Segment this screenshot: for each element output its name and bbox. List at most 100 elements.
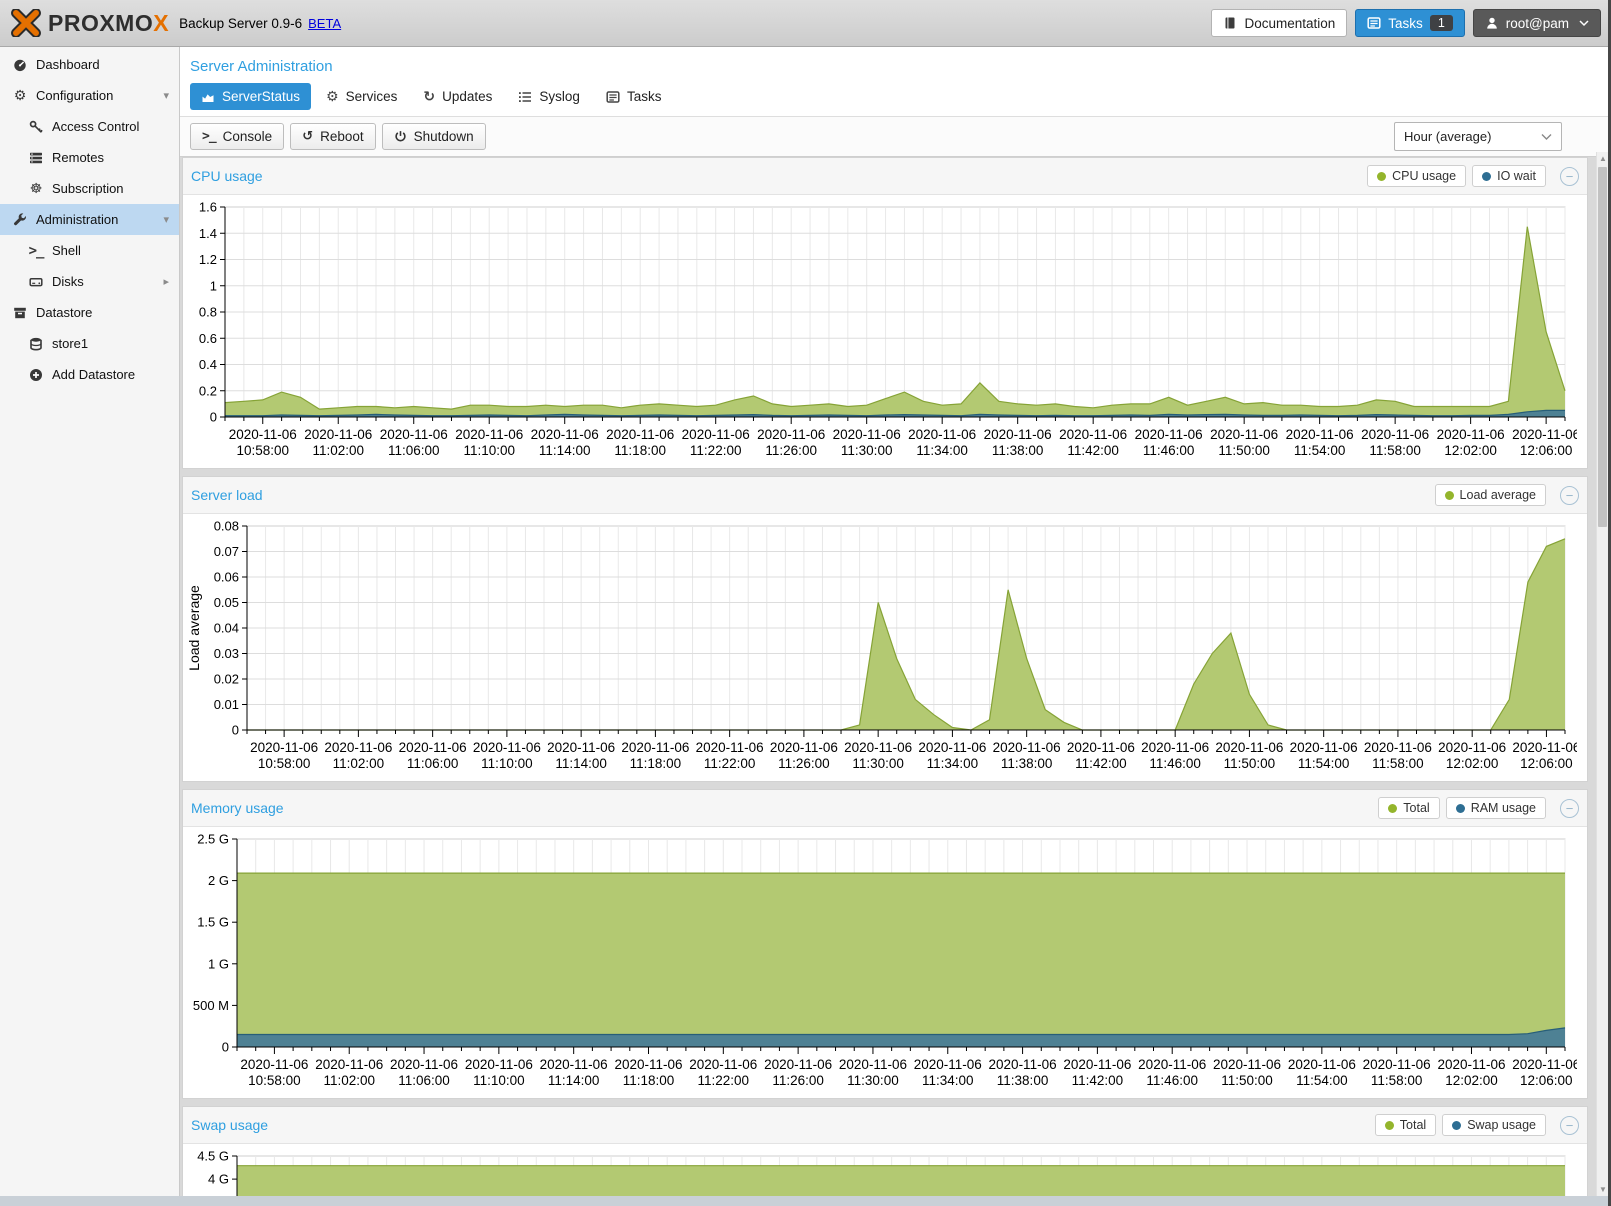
proxmox-logo: PROXMOX — [10, 9, 169, 37]
legend-item-cpu-usage[interactable]: CPU usage — [1367, 165, 1466, 187]
power-icon — [394, 130, 407, 143]
gears-icon: ⚙ — [10, 89, 30, 103]
svg-text:2020-11-06: 2020-11-06 — [304, 427, 372, 442]
sidebar-item-disks[interactable]: Disks ▸ — [0, 266, 179, 297]
svg-text:11:42:00: 11:42:00 — [1075, 756, 1127, 771]
svg-text:0.8: 0.8 — [199, 305, 217, 320]
svg-text:11:50:00: 11:50:00 — [1218, 443, 1270, 458]
user-menu-button[interactable]: root@pam — [1473, 9, 1601, 37]
swap-usage-chart: 0500 M1 G1.5 G2 G2.5 G3 G3.5 G4 G4.5 G20… — [183, 1144, 1587, 1196]
svg-text:11:22:00: 11:22:00 — [698, 1073, 750, 1088]
collapse-panel-icon[interactable]: − — [1560, 167, 1579, 186]
dashboard-icon — [10, 58, 30, 72]
key-icon — [26, 120, 46, 134]
legend-item-io-wait[interactable]: IO wait — [1472, 165, 1546, 187]
svg-text:2020-11-06: 2020-11-06 — [473, 740, 541, 755]
svg-text:2.5 G: 2.5 G — [197, 832, 229, 847]
svg-text:11:26:00: 11:26:00 — [778, 756, 830, 771]
sidebar-item-shell[interactable]: >_ Shell — [0, 235, 179, 266]
legend-item-swap-usage[interactable]: Swap usage — [1442, 1114, 1546, 1136]
expand-arrow-icon[interactable]: ▸ — [163, 275, 169, 288]
lifebuoy-icon: ☸ — [26, 182, 46, 196]
server-load-chart: 00.010.020.030.040.050.060.070.082020-11… — [183, 514, 1587, 781]
shutdown-button[interactable]: Shutdown — [382, 123, 486, 150]
svg-text:Load average: Load average — [186, 585, 202, 671]
plus-circle-icon — [26, 368, 46, 382]
svg-text:2020-11-06: 2020-11-06 — [918, 740, 986, 755]
book-icon — [1223, 16, 1237, 30]
svg-text:11:34:00: 11:34:00 — [922, 1073, 974, 1088]
scrollbar-thumb[interactable] — [1598, 167, 1607, 527]
svg-text:2020-11-06: 2020-11-06 — [764, 1057, 832, 1072]
panel-title: CPU usage — [191, 168, 263, 184]
vertical-scrollbar[interactable]: ▲ ▼ — [1596, 152, 1608, 1196]
collapse-panel-icon[interactable]: − — [1560, 486, 1579, 505]
svg-text:2020-11-06: 2020-11-06 — [1512, 740, 1577, 755]
svg-text:11:10:00: 11:10:00 — [481, 756, 533, 771]
collapse-panel-icon[interactable]: − — [1560, 1116, 1579, 1135]
cpu-usage-chart: 00.20.40.60.811.21.41.62020-11-0610:58:0… — [183, 195, 1587, 468]
svg-text:11:02:00: 11:02:00 — [312, 443, 364, 458]
timeframe-select[interactable]: Hour (average) — [1394, 122, 1562, 151]
svg-text:0.05: 0.05 — [214, 595, 239, 610]
sidebar-item-configuration[interactable]: ⚙ Configuration ▾ — [0, 80, 179, 111]
svg-text:2020-11-06: 2020-11-06 — [1361, 427, 1429, 442]
svg-text:2020-11-06: 2020-11-06 — [757, 427, 825, 442]
sidebar-item-add-datastore[interactable]: Add Datastore — [0, 359, 179, 390]
panel-cpu-usage: CPU usage CPU usage IO wait − 00.20.40.6… — [182, 157, 1588, 469]
tasks-icon — [606, 90, 620, 104]
svg-text:4.5 G: 4.5 G — [197, 1149, 229, 1164]
documentation-button[interactable]: Documentation — [1211, 9, 1347, 37]
sidebar-item-datastore[interactable]: Datastore — [0, 297, 179, 328]
collapse-arrow-icon[interactable]: ▾ — [163, 89, 169, 102]
tab-syslog[interactable]: Syslog — [507, 83, 591, 110]
tasks-icon — [1367, 16, 1381, 30]
svg-text:0.4: 0.4 — [199, 357, 217, 372]
svg-text:11:58:00: 11:58:00 — [1371, 1073, 1423, 1088]
sidebar-item-store1[interactable]: store1 — [0, 328, 179, 359]
legend-item-load-average[interactable]: Load average — [1435, 484, 1546, 506]
svg-text:2020-11-06: 2020-11-06 — [250, 740, 318, 755]
window-bottom-edge — [0, 1196, 1611, 1206]
svg-text:2020-11-06: 2020-11-06 — [240, 1057, 308, 1072]
svg-text:2020-11-06: 2020-11-06 — [614, 1057, 682, 1072]
tasks-count-badge: 1 — [1430, 15, 1453, 31]
sidebar-item-dashboard[interactable]: Dashboard — [0, 49, 179, 80]
tab-tasks[interactable]: Tasks — [595, 83, 673, 110]
svg-text:2020-11-06: 2020-11-06 — [839, 1057, 907, 1072]
svg-text:0.06: 0.06 — [214, 570, 239, 585]
legend-item-total[interactable]: Total — [1378, 797, 1439, 819]
svg-text:11:34:00: 11:34:00 — [927, 756, 979, 771]
wrench-icon — [10, 213, 30, 227]
collapse-arrow-icon[interactable]: ▾ — [163, 213, 169, 226]
tab-services[interactable]: ⚙ Services — [315, 83, 408, 110]
tab-serverstatus[interactable]: ServerStatus — [190, 83, 311, 110]
svg-text:2020-11-06: 2020-11-06 — [1288, 1057, 1356, 1072]
tab-updates[interactable]: ↻ Updates — [412, 83, 503, 110]
sidebar-item-remotes[interactable]: Remotes — [0, 142, 179, 173]
legend-item-total[interactable]: Total — [1375, 1114, 1436, 1136]
beta-link[interactable]: BETA — [308, 16, 341, 31]
collapse-panel-icon[interactable]: − — [1560, 799, 1579, 818]
svg-text:11:10:00: 11:10:00 — [473, 1073, 525, 1088]
svg-text:0.08: 0.08 — [214, 519, 239, 534]
svg-text:11:22:00: 11:22:00 — [704, 756, 756, 771]
svg-text:2020-11-06: 2020-11-06 — [682, 427, 750, 442]
sidebar-item-subscription[interactable]: ☸ Subscription — [0, 173, 179, 204]
svg-text:0.02: 0.02 — [214, 672, 239, 687]
svg-text:0: 0 — [210, 410, 217, 425]
tasks-button[interactable]: Tasks 1 — [1355, 9, 1464, 37]
legend-item-ram-usage[interactable]: RAM usage — [1446, 797, 1546, 819]
sidebar-item-access-control[interactable]: Access Control — [0, 111, 179, 142]
legend: Total RAM usage − — [1378, 797, 1579, 819]
database-icon — [26, 337, 46, 351]
svg-text:0: 0 — [222, 1040, 229, 1055]
panel-swap-usage: Swap usage Total Swap usage − 0500 M1 G1… — [182, 1106, 1588, 1196]
reboot-button[interactable]: ↺ Reboot — [290, 123, 375, 150]
svg-text:2020-11-06: 2020-11-06 — [689, 1057, 757, 1072]
sidebar-item-administration[interactable]: Administration ▾ — [0, 204, 179, 235]
svg-text:11:18:00: 11:18:00 — [630, 756, 682, 771]
svg-text:2020-11-06: 2020-11-06 — [380, 427, 448, 442]
svg-text:2020-11-06: 2020-11-06 — [1512, 1057, 1577, 1072]
console-button[interactable]: >_ Console — [190, 123, 284, 150]
